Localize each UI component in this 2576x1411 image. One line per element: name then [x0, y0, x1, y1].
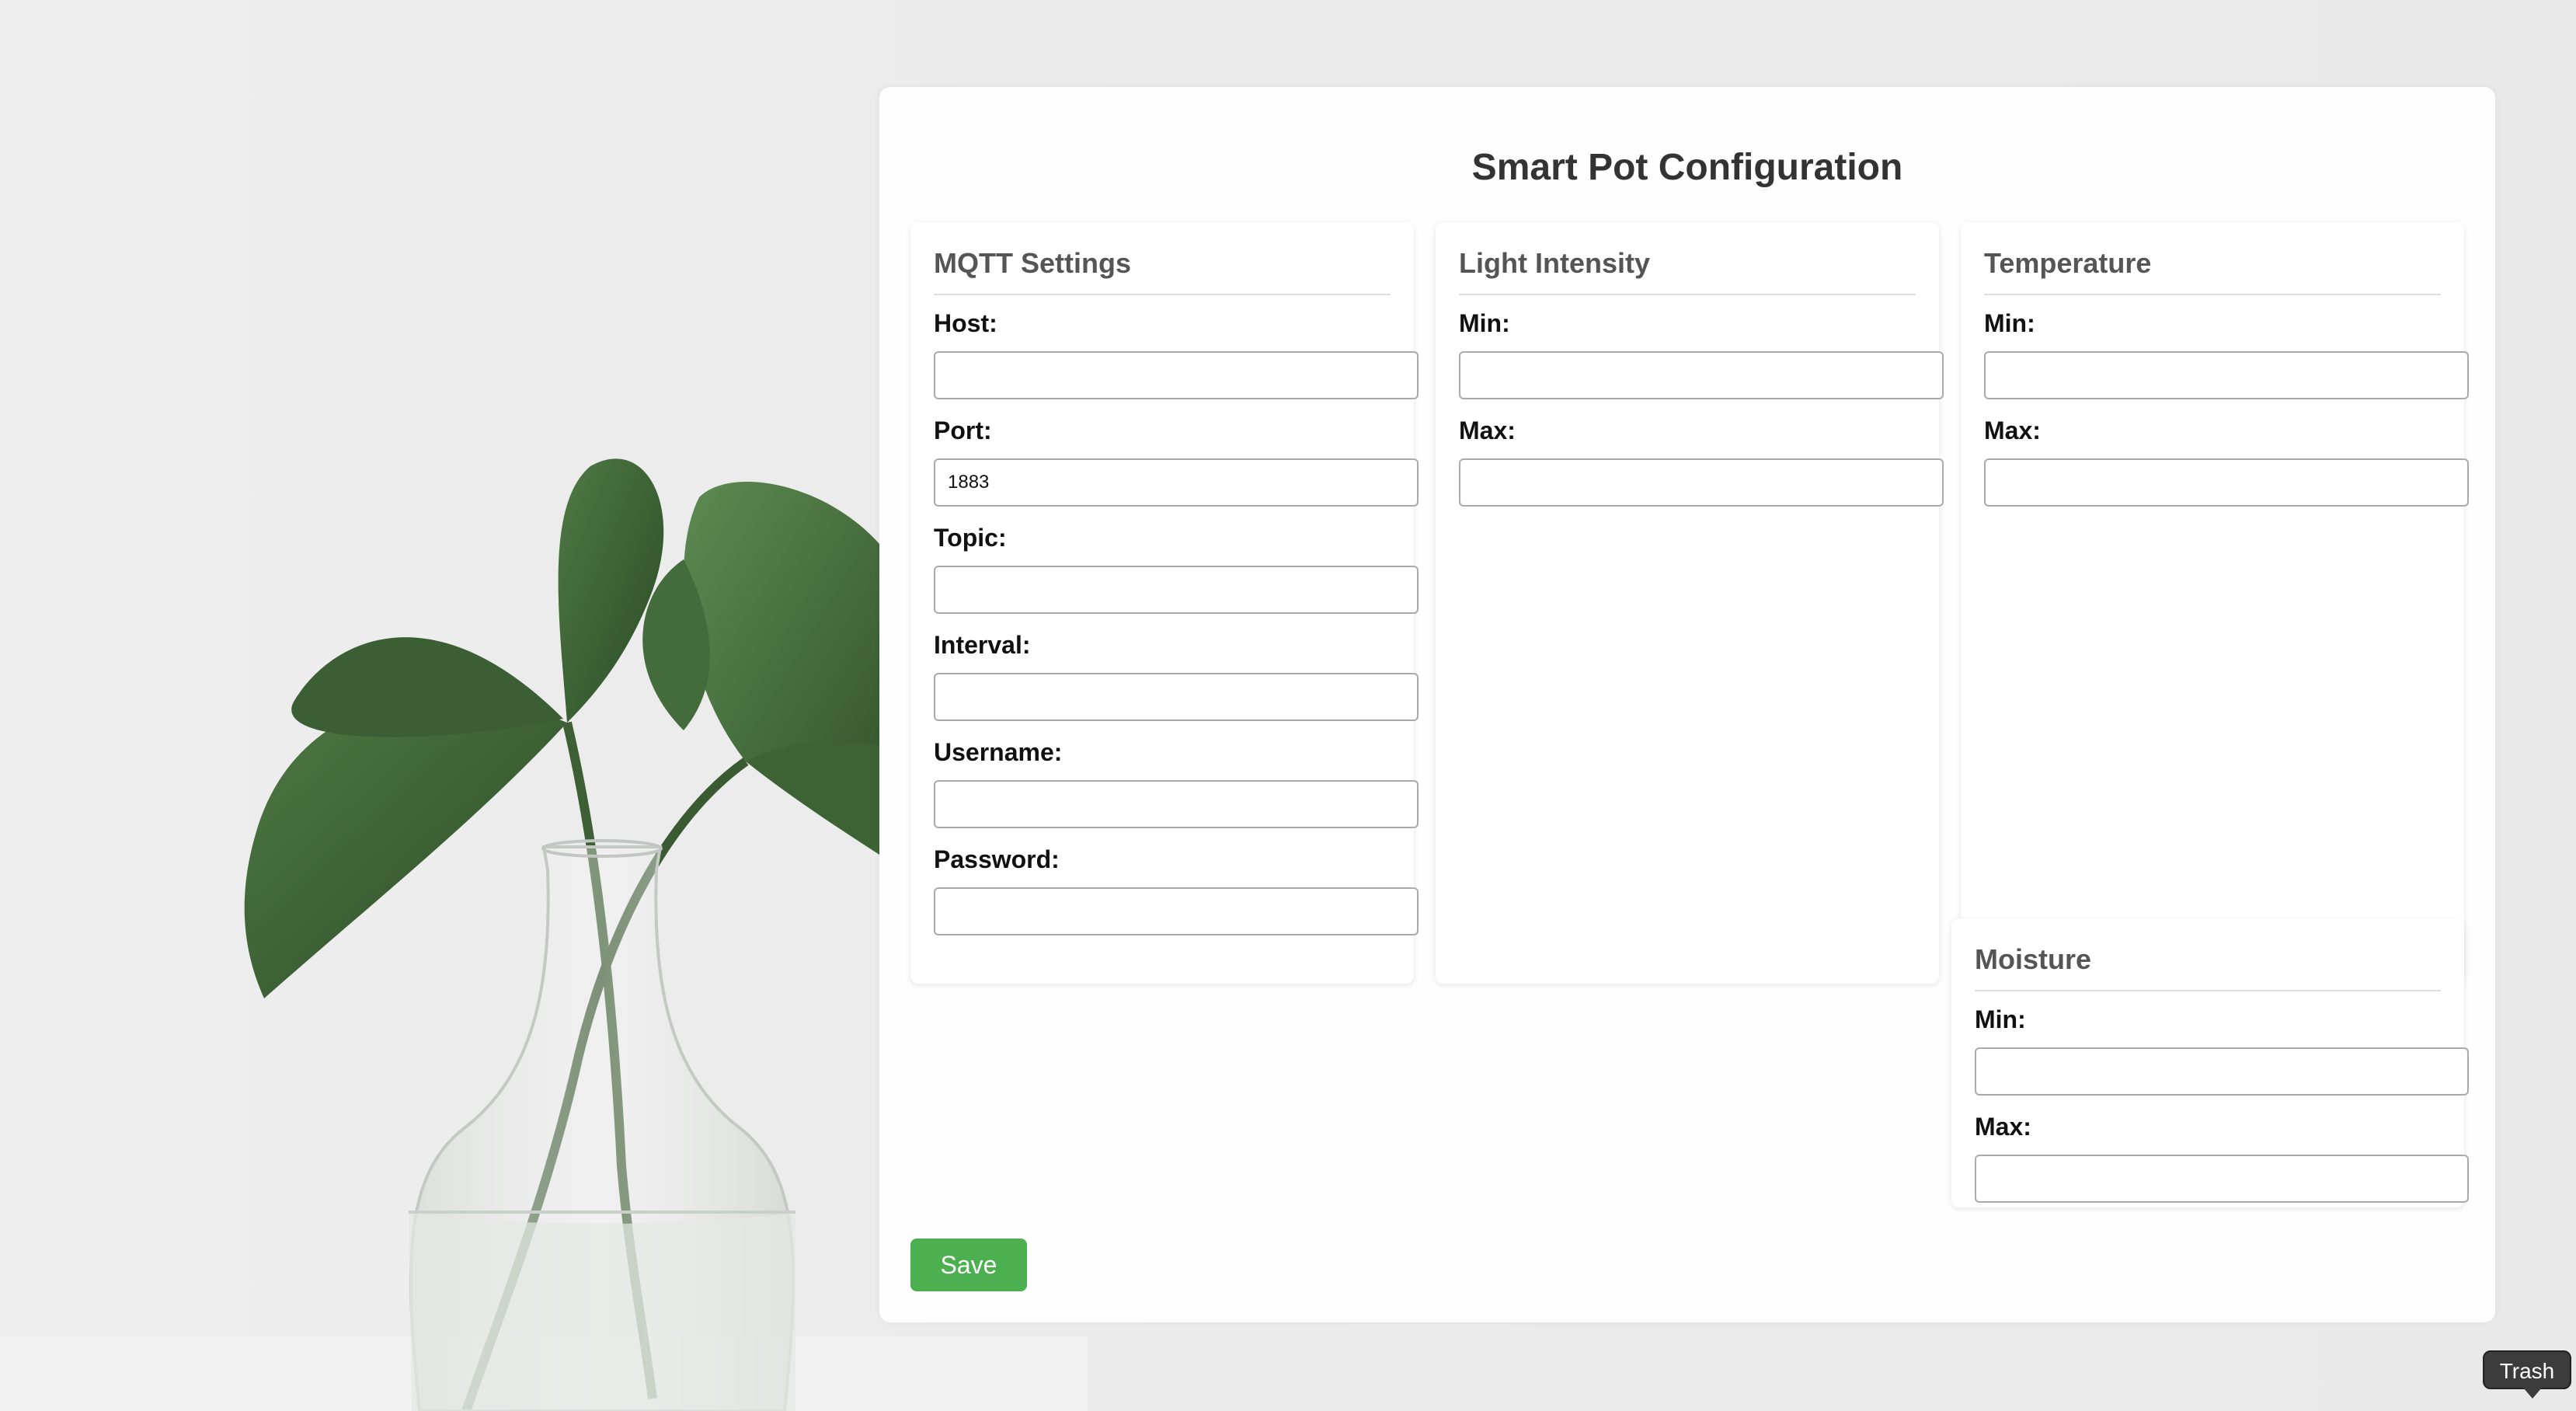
password-label: Password: [934, 845, 1060, 873]
password-input[interactable] [934, 887, 1419, 935]
moisture-max-label: Max: [1975, 1113, 2031, 1141]
port-label: Port: [934, 416, 992, 444]
topic-input[interactable] [934, 566, 1419, 614]
port-input[interactable] [934, 458, 1419, 507]
light-intensity-title: Light Intensity [1459, 222, 1916, 295]
save-button[interactable]: Save [910, 1239, 1027, 1291]
light-intensity-card: Light Intensity Min: Max: [1436, 222, 1944, 984]
config-panel: Smart Pot Configuration MQTT Settings Ho… [879, 87, 2495, 1322]
topic-label: Topic: [934, 524, 1007, 552]
dock-trash-tooltip: Trash [2483, 1350, 2571, 1399]
moisture-min-label: Min: [1975, 1005, 2026, 1033]
temperature-card: Temperature Min: Max: [1961, 222, 2469, 984]
moisture-card: Moisture Min: Max: [1951, 918, 2469, 1207]
light-max-input[interactable] [1459, 458, 1944, 507]
page-title: Smart Pot Configuration [1471, 147, 1903, 188]
interval-input[interactable] [934, 673, 1419, 721]
mqtt-settings-card: MQTT Settings Host: Port: Topic: Interva… [910, 222, 1419, 984]
mqtt-settings-title: MQTT Settings [934, 222, 1391, 295]
light-min-label: Min: [1459, 309, 1510, 337]
light-max-label: Max: [1459, 416, 1516, 444]
interval-label: Interval: [934, 631, 1031, 659]
temperature-title: Temperature [1984, 222, 2441, 295]
host-label: Host: [934, 309, 997, 337]
temperature-max-input[interactable] [1984, 458, 2469, 507]
username-label: Username: [934, 738, 1063, 766]
moisture-min-input[interactable] [1975, 1047, 2469, 1096]
light-min-input[interactable] [1459, 351, 1944, 399]
moisture-title: Moisture [1975, 918, 2441, 991]
temperature-min-input[interactable] [1984, 351, 2469, 399]
moisture-max-input[interactable] [1975, 1155, 2469, 1203]
username-input[interactable] [934, 780, 1419, 828]
host-input[interactable] [934, 351, 1419, 399]
temperature-min-label: Min: [1984, 309, 2035, 337]
temperature-max-label: Max: [1984, 416, 2041, 444]
